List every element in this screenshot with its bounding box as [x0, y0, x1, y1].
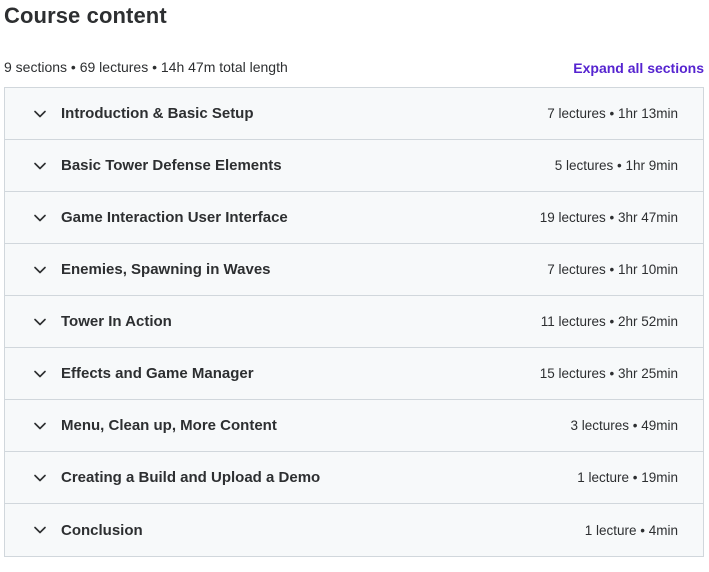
section-title: Effects and Game Manager [61, 365, 254, 382]
section-title: Game Interaction User Interface [61, 209, 288, 226]
section-meta: 3 lectures • 49min [570, 418, 678, 433]
section-header[interactable]: Creating a Build and Upload a Demo 1 lec… [5, 452, 703, 504]
page-title: Course content [4, 3, 167, 28]
section-title: Enemies, Spawning in Waves [61, 261, 271, 278]
section-header[interactable]: Enemies, Spawning in Waves 7 lectures • … [5, 244, 703, 296]
section-meta: 1 lecture • 4min [584, 522, 678, 538]
chevron-down-icon [33, 523, 47, 537]
section-header[interactable]: Introduction & Basic Setup 7 lectures • … [5, 88, 703, 140]
chevron-down-icon [33, 263, 47, 277]
chevron-down-icon [33, 315, 47, 329]
section-header[interactable]: Game Interaction User Interface 19 lectu… [5, 192, 703, 244]
chevron-down-icon [33, 367, 47, 381]
section-title: Introduction & Basic Setup [61, 105, 254, 122]
sections-list: Introduction & Basic Setup 7 lectures • … [4, 87, 704, 557]
section-meta: 7 lectures • 1hr 13min [547, 106, 678, 121]
chevron-down-icon [33, 211, 47, 225]
section-meta: 7 lectures • 1hr 10min [547, 262, 678, 277]
section-meta: 19 lectures • 3hr 47min [539, 210, 678, 225]
section-header[interactable]: Effects and Game Manager 15 lectures • 3… [5, 348, 703, 400]
section-meta: 1 lecture • 19min [577, 470, 678, 485]
section-title: Tower In Action [61, 313, 172, 330]
chevron-down-icon [33, 159, 47, 173]
chevron-down-icon [33, 471, 47, 485]
chevron-down-icon [33, 419, 47, 433]
course-summary: 9 sections • 69 lectures • 14h 47m total… [4, 59, 288, 75]
section-title: Menu, Clean up, More Content [61, 417, 277, 434]
section-title: Conclusion [61, 521, 143, 539]
section-header[interactable]: Menu, Clean up, More Content 3 lectures … [5, 400, 703, 452]
expand-all-sections-button[interactable]: Expand all sections [573, 60, 704, 76]
chevron-down-icon [33, 107, 47, 121]
section-title: Creating a Build and Upload a Demo [61, 469, 321, 486]
section-title: Basic Tower Defense Elements [61, 157, 282, 174]
course-summary-row: 9 sections • 69 lectures • 14h 47m total… [4, 57, 704, 77]
section-meta: 5 lectures • 1hr 9min [554, 158, 678, 173]
section-meta: 11 lectures • 2hr 52min [540, 314, 678, 329]
section-header[interactable]: Conclusion 1 lecture • 4min [5, 504, 703, 556]
section-header[interactable]: Basic Tower Defense Elements 5 lectures … [5, 140, 703, 192]
section-header[interactable]: Tower In Action 11 lectures • 2hr 52min [5, 296, 703, 348]
section-meta: 15 lectures • 3hr 25min [539, 366, 678, 381]
